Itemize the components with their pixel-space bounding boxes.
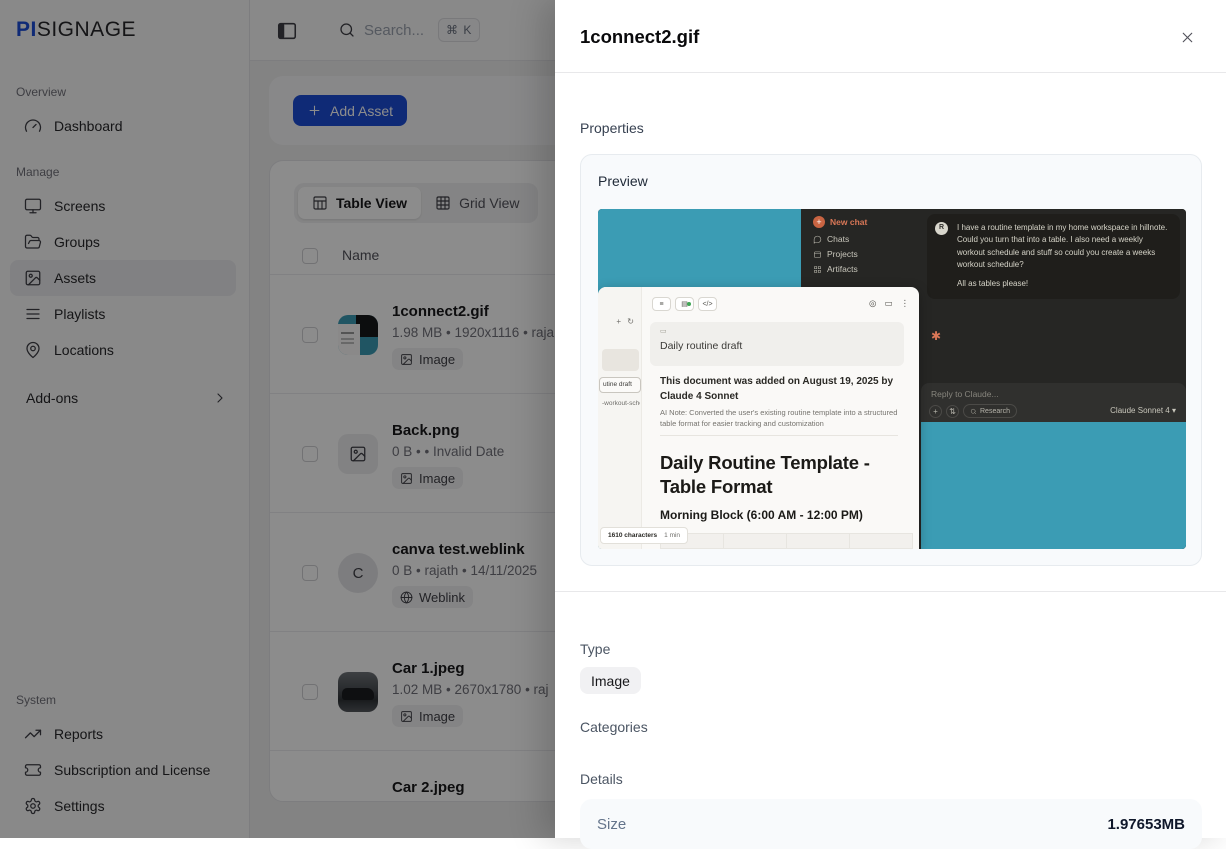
strip-action-icons: + ↻ — [616, 317, 636, 326]
plus-icon: + — [813, 216, 825, 228]
doc-char-count: 1610 characters — [608, 532, 657, 539]
preview-chats: Chats — [813, 234, 849, 244]
doc-title-card: ▭ Daily routine draft — [650, 322, 904, 366]
strip-file-name: -workout-sche.. — [602, 400, 640, 407]
details-card: Size 1.97653MB — [580, 799, 1202, 849]
asset-preview-image: + New chat Chats Projects Artifacts — [598, 209, 1186, 549]
doc-file-strip: + ↻ utine draft -workout-sche.. — [598, 287, 642, 549]
preview-reply-bar: Reply to Claude... + ⇅ Research Claude S… — [921, 383, 1186, 422]
close-icon — [1179, 29, 1196, 46]
kebab-icon: ⋮ — [901, 298, 910, 309]
research-button: Research — [963, 404, 1017, 418]
preview-document-panel: + ↻ utine draft -workout-sche.. ≡ ▤ </> … — [598, 287, 919, 549]
size-value: 1.97653MB — [1107, 816, 1185, 833]
model-selector: Claude Sonnet 4 ▾ — [1110, 406, 1176, 415]
strip-file-chip: utine draft — [599, 377, 641, 393]
drawer-section-divider — [555, 591, 1226, 592]
type-label: Type — [580, 641, 610, 657]
doc-title: Daily routine draft — [660, 340, 894, 352]
comment-icon: ▭ — [884, 298, 892, 309]
close-button[interactable] — [1178, 29, 1196, 47]
preview-user-message: R I have a routine template in my home w… — [927, 214, 1180, 299]
doc-table-hint — [660, 533, 912, 549]
doc-page-button: ▤ — [675, 297, 694, 311]
details-label: Details — [580, 771, 623, 787]
preview-new-chat: + New chat — [813, 216, 867, 228]
grid-icon — [813, 265, 822, 274]
eye-icon: ◎ — [869, 298, 876, 309]
doc-main: ≡ ▤ </> ◎ ▭ ⋮ ▭ Daily routine draft This… — [642, 287, 919, 549]
search-icon — [970, 408, 977, 415]
preview-label: Preview — [598, 173, 648, 189]
green-dot — [687, 302, 691, 306]
size-label: Size — [597, 816, 626, 833]
doc-divider — [660, 435, 898, 436]
categories-label: Categories — [580, 719, 648, 735]
type-value-badge: Image — [580, 667, 641, 694]
doc-icon: ▭ — [660, 327, 894, 335]
claude-spark-icon: ✱ — [931, 329, 941, 343]
user-avatar: R — [935, 222, 948, 235]
strip-selected-file — [602, 349, 639, 371]
doc-heading: Daily Routine Template - Table Format — [660, 451, 912, 498]
doc-stats-chip: 1610 characters 1 min — [600, 527, 688, 544]
doc-list-button: ≡ — [652, 297, 671, 311]
preview-card: Preview + New chat Chats Projects — [580, 154, 1202, 566]
doc-read-time: 1 min — [664, 532, 680, 539]
properties-label: Properties — [580, 120, 644, 136]
doc-ai-note: AI Note: Converted the user's existing r… — [660, 407, 898, 430]
asset-details-drawer: 1connect2.gif Properties Preview + New c… — [555, 0, 1226, 838]
preview-artifacts: Artifacts — [813, 264, 858, 274]
drawer-header-divider — [555, 72, 1226, 73]
preview-teal-bottom — [921, 422, 1186, 549]
drawer-title: 1connect2.gif — [580, 26, 699, 48]
chat-icon — [813, 235, 822, 244]
plus-icon: + — [929, 405, 942, 418]
doc-code-button: </> — [698, 297, 717, 311]
preview-projects: Projects — [813, 249, 858, 259]
doc-added-line: This document was added on August 19, 20… — [660, 375, 902, 404]
box-icon — [813, 250, 822, 259]
doc-subheading: Morning Block (6:00 AM - 12:00 PM) — [660, 508, 863, 522]
sliders-icon: ⇅ — [946, 405, 959, 418]
